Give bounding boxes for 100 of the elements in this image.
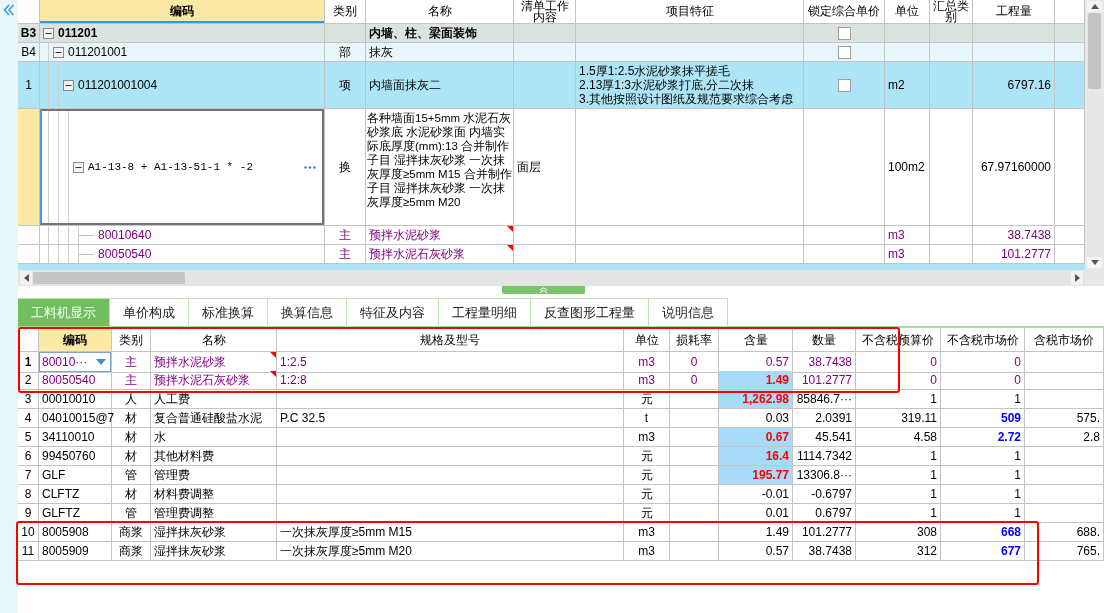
tab[interactable]: 反查图形工程量: [531, 298, 649, 326]
material-name: 复合普通硅酸盐水泥: [154, 410, 262, 427]
material-type: 商浆: [119, 524, 143, 541]
market-price-value: 0: [1014, 372, 1021, 389]
feature-line: 3.其他按照设计图纸及规范要求综合考虑: [579, 92, 793, 106]
scroll-right-button[interactable]: [1071, 271, 1083, 285]
content-value: 16.4: [719, 447, 793, 466]
material-name: 预拌水泥石灰砂浆: [154, 372, 250, 389]
item-code: A1-13-8 + A1-13-51-1 * -2: [88, 159, 254, 175]
unit-text: 元: [640, 467, 653, 484]
column-header[interactable]: 含税市场价: [1025, 328, 1104, 352]
quantity-value: 101.2777: [1000, 246, 1051, 263]
row-number: 11: [21, 543, 35, 560]
tab[interactable]: 说明信息: [649, 298, 728, 326]
splitter-handle[interactable]: [502, 286, 585, 294]
division-row[interactable]: B4 011201001 部 抹灰: [18, 43, 1085, 62]
caret-right-icon: [1074, 274, 1080, 282]
minus-box-icon[interactable]: [63, 79, 74, 91]
material-type: 管: [125, 505, 137, 522]
item-name: 各种墙面15+5mm 水泥石灰砂浆底 水泥砂浆面 内墙实际底厚度(mm):13 合并制作子目 湿拌抹灰砂浆 一次抹灰厚度≥5mm M15 合并制作子目 湿拌抹灰砂浆 一次抹灰厚度≥5mm M20: [367, 111, 512, 209]
minus-box-icon[interactable]: [53, 46, 64, 58]
column-header[interactable]: 编码: [40, 0, 325, 24]
lock-checkbox[interactable]: [837, 45, 851, 59]
quantity-value: 6797.16: [1007, 77, 1051, 94]
minus-box-icon[interactable]: [73, 161, 84, 173]
tab[interactable]: 单价构成: [110, 298, 189, 326]
row-number: 7: [24, 467, 32, 484]
spec-text: 一次抹灰厚度≥5mm M20: [280, 543, 412, 560]
material-name: 管理费: [154, 467, 190, 484]
scrollbar-thumb[interactable]: [33, 272, 185, 284]
column-header[interactable]: 类别: [112, 328, 151, 352]
row-number: 3: [24, 391, 32, 408]
horizontal-scrollbar[interactable]: [18, 270, 1085, 286]
item-code: 80010640: [98, 227, 152, 244]
item-code: 011201001004: [78, 77, 158, 94]
row-number: 9: [24, 505, 32, 522]
quantity-value: 2.0391: [815, 410, 852, 427]
feature-line: 1.5厚1:2.5水泥砂浆抹平搓毛: [579, 64, 731, 78]
loss-rate-value: 0: [690, 372, 698, 389]
market-price-value: 509: [1000, 410, 1021, 427]
column-header[interactable]: 含量: [719, 328, 793, 352]
tab[interactable]: 特征及内容: [347, 298, 439, 326]
material-code: 34110010: [42, 429, 95, 446]
market-price-value: 668: [1000, 524, 1021, 541]
material-row[interactable]: 80010640 主 预拌水泥砂浆 m3 38.7438: [18, 226, 1085, 245]
unit-text: m3: [638, 524, 655, 541]
ellipsis-icon[interactable]: [304, 165, 316, 169]
scroll-down-button[interactable]: [1087, 257, 1102, 268]
material-row[interactable]: 80050540 主 预拌水泥石灰砂浆 m3 101.2777: [18, 245, 1085, 264]
column-header[interactable]: 单位: [624, 328, 670, 352]
column-header[interactable]: 名称: [151, 328, 277, 352]
caret-down-icon: [1090, 260, 1099, 265]
quantity-value: 38.7438: [1007, 227, 1051, 244]
tab[interactable]: 工程量明细: [439, 298, 531, 326]
material-code: 8005908: [42, 524, 89, 541]
content-value: 0.67: [719, 428, 793, 447]
tab[interactable]: 换算信息: [268, 298, 347, 326]
unit-text: 元: [640, 486, 653, 503]
bill-item-row[interactable]: 1 011201001004 项 内墙面抹灰二 1.5厚1:2.5水泥砂浆抹平搓毛 2.13厚1:3水泥砂浆打底,分二次抹 3.其他按照设计图纸及规范要求综合考虑 m2 6797.16: [18, 62, 1085, 109]
column-header[interactable]: 规格及型号: [277, 328, 624, 352]
section-row[interactable]: B3 011201 内墙、柱、梁面装饰: [18, 24, 1085, 43]
lock-checkbox[interactable]: [837, 26, 851, 40]
item-type: 项: [339, 77, 351, 94]
market-price-value: 1: [1014, 391, 1021, 408]
tax-market-price-value: 575.: [1076, 410, 1100, 427]
row-number: 10: [21, 524, 35, 541]
material-code: 99450760: [42, 448, 96, 465]
scroll-up-button[interactable]: [1087, 1, 1102, 12]
spec-text: P.C 32.5: [280, 410, 326, 427]
material-code: 00010010: [42, 391, 96, 408]
column-header[interactable]: 损耗率: [670, 328, 719, 352]
minus-box-icon[interactable]: [43, 27, 54, 39]
work-content: 面层: [517, 159, 541, 176]
content-value: 1.49: [719, 371, 793, 390]
row-number: 8: [24, 486, 32, 503]
quantity-value: 67.97160000: [980, 159, 1051, 176]
unit-text: m3: [638, 354, 655, 371]
caret-up-icon: [1090, 4, 1099, 9]
material-type: 材: [125, 429, 137, 446]
scrollbar-thumb[interactable]: [1088, 13, 1101, 89]
unit-text: m2: [888, 77, 905, 94]
budget-price-value: 319.11: [901, 410, 937, 427]
column-header[interactable]: 编码: [39, 328, 112, 352]
column-header[interactable]: 不含税市场价: [941, 328, 1025, 352]
scroll-left-button[interactable]: [20, 271, 32, 285]
budget-price-value: 0: [930, 372, 937, 389]
market-price-value: 677: [1000, 543, 1021, 560]
material-type: 主: [125, 354, 137, 371]
material-name: 预拌水泥砂浆: [154, 354, 226, 371]
tab[interactable]: 标准换算: [189, 298, 268, 326]
lock-checkbox[interactable]: [837, 78, 851, 92]
code-dropdown[interactable]: 80010···: [39, 352, 111, 372]
column-header[interactable]: 数量: [793, 328, 856, 352]
row-number: 5: [24, 429, 32, 446]
vertical-scrollbar[interactable]: [1085, 0, 1104, 286]
unit-text: 元: [640, 391, 653, 408]
item-type: 换: [339, 159, 351, 176]
item-name: 抹灰: [368, 44, 394, 61]
item-name: 预拌水泥石灰砂浆: [368, 246, 466, 263]
double-chevron-left-icon[interactable]: [3, 4, 15, 16]
